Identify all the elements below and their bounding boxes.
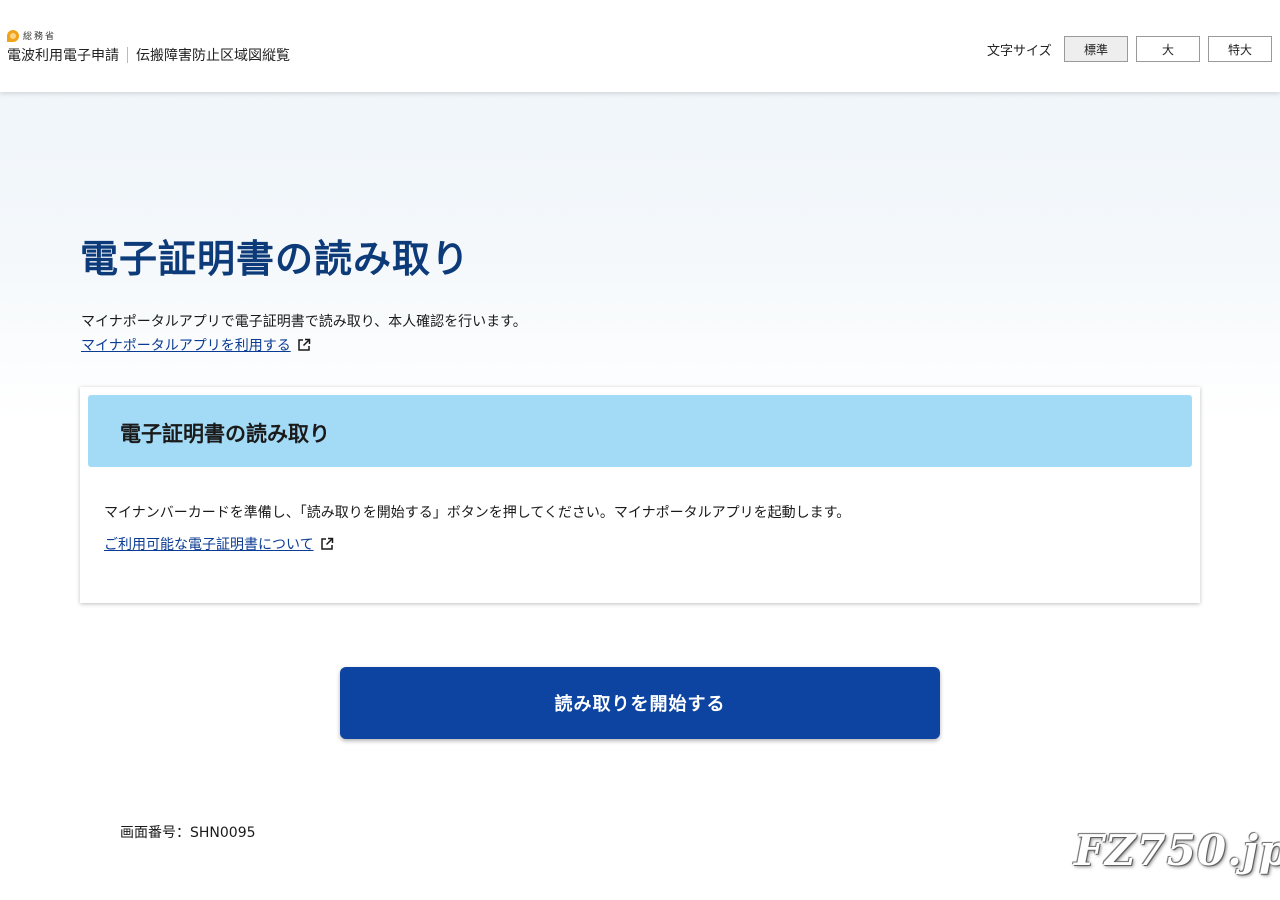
- app-name: 電波利用電子申請: [7, 48, 119, 64]
- screen-number: 画面番号：SHN0095: [120, 825, 256, 841]
- ministry-brand: 総務省: [7, 29, 56, 42]
- mynaportal-app-link[interactable]: マイナポータルアプリを利用する: [81, 335, 311, 355]
- lead-text: マイナポータルアプリで電子証明書で読み取り、本人確認を行います。: [81, 314, 527, 330]
- title-divider: [127, 47, 128, 63]
- font-size-large-button[interactable]: 大: [1136, 36, 1200, 62]
- certificate-card: 電子証明書の読み取り マイナンバーカードを準備し、「読み取りを開始する」ボタンを…: [80, 387, 1200, 603]
- external-link-icon: [297, 338, 310, 351]
- section-name: 伝搬障害防止区域図縦覧: [136, 48, 290, 64]
- site-title[interactable]: 電波利用電子申請 伝搬障害防止区域図縦覧: [7, 45, 290, 65]
- font-size-standard-button[interactable]: 標準: [1064, 36, 1128, 62]
- start-reading-button[interactable]: 読み取りを開始する: [340, 667, 940, 739]
- ministry-name: 総務省: [23, 32, 57, 42]
- font-size-label: 文字サイズ: [987, 44, 1052, 59]
- card-instructions: マイナンバーカードを準備し、「読み取りを開始する」ボタンを押してください。マイナ…: [104, 505, 851, 521]
- font-size-xlarge-button[interactable]: 特大: [1208, 36, 1272, 62]
- card-header: 電子証明書の読み取り: [88, 395, 1192, 467]
- site-header: 総務省 電波利用電子申請 伝搬障害防止区域図縦覧 文字サイズ 標準 大 特大: [0, 0, 1280, 92]
- external-link-icon: [320, 537, 333, 550]
- available-certificates-link-label: ご利用可能な電子証明書について: [104, 537, 314, 553]
- available-certificates-link[interactable]: ご利用可能な電子証明書について: [104, 534, 334, 554]
- page-title: 電子証明書の読み取り: [80, 237, 471, 281]
- ministry-logo-icon: [7, 29, 19, 42]
- mynaportal-app-link-label: マイナポータルアプリを利用する: [81, 338, 291, 354]
- watermark: FZ750.jp: [1074, 826, 1280, 875]
- card-title: 電子証明書の読み取り: [120, 422, 330, 446]
